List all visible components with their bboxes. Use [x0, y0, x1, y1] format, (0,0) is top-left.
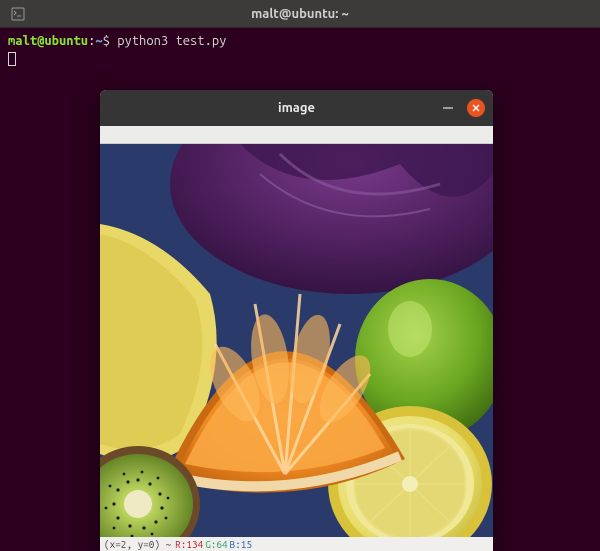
terminal-title: malt@ubuntu: ~ — [251, 7, 349, 21]
terminal-cursor — [8, 52, 16, 66]
window-controls — [443, 99, 485, 117]
image-statusbar: (x=2, y=0) ~ R:134 G:64 B:15 — [100, 537, 493, 551]
pixel-r: R:134 — [175, 539, 203, 550]
image-viewer-window[interactable]: image — [100, 90, 493, 551]
pixel-g: G:64 — [205, 539, 227, 550]
prompt-dollar: $ — [103, 34, 110, 48]
prompt-path: ~ — [95, 34, 102, 48]
command-text: python3 test.py — [117, 34, 226, 48]
image-titlebar[interactable]: image — [100, 90, 493, 126]
image-canvas[interactable] — [100, 144, 493, 537]
image-window-title: image — [278, 101, 315, 115]
terminal-body[interactable]: malt@ubuntu:~$ python3 test.py — [0, 28, 600, 75]
prompt-line: malt@ubuntu:~$ python3 test.py — [8, 32, 592, 50]
terminal-icon — [6, 2, 30, 26]
minimize-icon[interactable] — [443, 107, 453, 109]
terminal-titlebar: malt@ubuntu: ~ — [0, 0, 600, 28]
image-toolbar — [100, 126, 493, 144]
close-icon[interactable] — [467, 99, 485, 117]
cursor-coords: (x=2, y=0) ~ — [104, 539, 171, 550]
pixel-b: B:15 — [230, 539, 252, 550]
prompt-user-host: malt@ubuntu — [8, 34, 88, 48]
